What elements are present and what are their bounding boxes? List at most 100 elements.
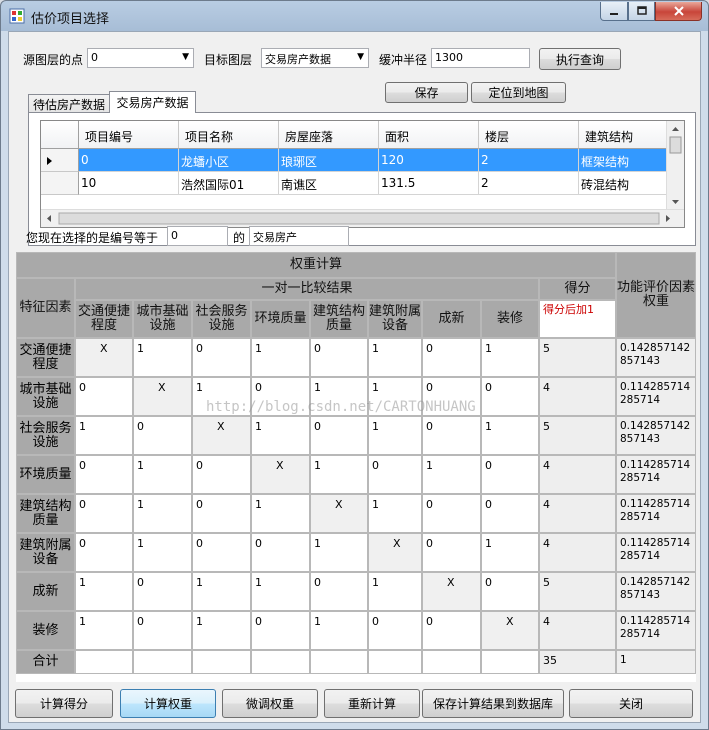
comparison-cell[interactable]: 0 xyxy=(422,533,481,572)
execute-query-button[interactable]: 执行查询 xyxy=(539,48,621,70)
comparison-cell[interactable]: 0 xyxy=(368,455,422,494)
comparison-cell[interactable]: 0 xyxy=(133,611,192,650)
comparison-cell[interactable]: 1 xyxy=(251,416,310,455)
comparison-cell[interactable]: 0 xyxy=(422,377,481,416)
total-cell[interactable] xyxy=(422,650,481,674)
comparison-cell[interactable]: 1 xyxy=(75,416,133,455)
score-cell[interactable]: 4 xyxy=(539,455,616,494)
row-header[interactable] xyxy=(41,149,79,172)
total-cell[interactable] xyxy=(192,650,251,674)
comparison-cell[interactable]: 1 xyxy=(422,455,481,494)
comparison-cell[interactable]: X xyxy=(368,533,422,572)
comparison-cell[interactable]: 1 xyxy=(310,533,368,572)
comparison-cell[interactable]: 0 xyxy=(422,611,481,650)
total-cell[interactable] xyxy=(251,650,310,674)
vertical-scrollbar[interactable] xyxy=(666,121,684,210)
table-cell[interactable]: 10 xyxy=(79,172,179,195)
comparison-cell[interactable]: 0 xyxy=(133,416,192,455)
comparison-cell[interactable]: 1 xyxy=(368,377,422,416)
weight-calculation-grid[interactable]: 权重计算 功能评价因素权重 特征因素 一对一比较结果 得分 交通便捷程度 城市基础设施 社会服… xyxy=(16,252,696,682)
score-cell[interactable]: 5 xyxy=(539,338,616,377)
calc-score-button[interactable]: 计算得分 xyxy=(15,689,113,718)
table-cell[interactable]: 120 xyxy=(379,149,479,172)
column-header[interactable]: 建筑结构 xyxy=(579,121,669,149)
comparison-cell[interactable]: 1 xyxy=(310,455,368,494)
source-layer-combo[interactable]: 0 ▼ xyxy=(87,48,194,68)
locate-on-map-button[interactable]: 定位到地图 xyxy=(471,82,566,103)
save-results-db-button[interactable]: 保存计算结果到数据库 xyxy=(422,689,564,718)
comparison-cell[interactable]: 0 xyxy=(251,611,310,650)
comparison-cell[interactable]: 0 xyxy=(481,494,539,533)
column-header[interactable]: 项目编号 xyxy=(79,121,179,149)
score-cell[interactable]: 4 xyxy=(539,611,616,650)
table-cell[interactable]: 2 xyxy=(479,172,579,195)
comparison-cell[interactable]: 1 xyxy=(368,338,422,377)
comparison-cell[interactable]: 1 xyxy=(133,494,192,533)
table-cell[interactable]: 琅琊区 xyxy=(279,149,379,172)
property-data-grid[interactable]: 项目编号 项目名称 房屋座落 面积 楼层 建筑结构 0 龙蟠小区 琅琊区 120… xyxy=(40,120,685,228)
comparison-cell[interactable]: 1 xyxy=(481,533,539,572)
row-header[interactable] xyxy=(41,172,79,195)
total-weight-cell[interactable]: 1 xyxy=(616,650,696,674)
total-score-cell[interactable]: 35 xyxy=(539,650,616,674)
weight-cell[interactable]: 0.142857142857143 xyxy=(616,572,696,611)
comparison-cell[interactable]: 0 xyxy=(368,611,422,650)
total-cell[interactable] xyxy=(75,650,133,674)
comparison-cell[interactable]: 0 xyxy=(192,494,251,533)
column-header[interactable]: 项目名称 xyxy=(179,121,279,149)
comparison-cell[interactable]: X xyxy=(75,338,133,377)
comparison-cell[interactable]: X xyxy=(192,416,251,455)
close-window-button[interactable] xyxy=(655,2,702,21)
comparison-cell[interactable]: 1 xyxy=(481,338,539,377)
weight-cell[interactable]: 0.114285714285714 xyxy=(616,611,696,650)
comparison-cell[interactable]: 1 xyxy=(192,572,251,611)
weight-cell[interactable]: 0.114285714285714 xyxy=(616,377,696,416)
comparison-cell[interactable]: 0 xyxy=(75,533,133,572)
weight-cell[interactable]: 0.114285714285714 xyxy=(616,533,696,572)
comparison-cell[interactable]: 1 xyxy=(368,494,422,533)
table-cell[interactable]: 浩然国际01 xyxy=(179,172,279,195)
comparison-cell[interactable]: 1 xyxy=(75,611,133,650)
weight-cell[interactable]: 0.114285714285714 xyxy=(616,455,696,494)
comparison-cell[interactable]: 1 xyxy=(133,338,192,377)
comparison-cell[interactable]: 1 xyxy=(368,416,422,455)
table-cell[interactable]: 框架结构 xyxy=(579,149,669,172)
comparison-cell[interactable]: 0 xyxy=(310,572,368,611)
save-button[interactable]: 保存 xyxy=(385,82,468,103)
total-cell[interactable] xyxy=(481,650,539,674)
table-cell[interactable]: 龙蟠小区 xyxy=(179,149,279,172)
comparison-cell[interactable]: 1 xyxy=(368,572,422,611)
table-cell[interactable]: 砖混结构 xyxy=(579,172,669,195)
weight-cell[interactable]: 0.142857142857143 xyxy=(616,338,696,377)
comparison-cell[interactable]: 1 xyxy=(251,494,310,533)
comparison-cell[interactable]: X xyxy=(251,455,310,494)
comparison-cell[interactable]: 0 xyxy=(251,377,310,416)
table-cell[interactable]: 0 xyxy=(79,149,179,172)
comparison-cell[interactable]: 1 xyxy=(310,611,368,650)
close-button[interactable]: 关闭 xyxy=(569,689,693,718)
comparison-cell[interactable]: 0 xyxy=(481,572,539,611)
comparison-cell[interactable]: 0 xyxy=(422,338,481,377)
score-cell[interactable]: 4 xyxy=(539,377,616,416)
comparison-cell[interactable]: 0 xyxy=(251,533,310,572)
minimize-button[interactable] xyxy=(600,2,628,21)
adjust-weight-button[interactable]: 微调权重 xyxy=(222,689,318,718)
comparison-cell[interactable]: 1 xyxy=(75,572,133,611)
tab-transaction-property[interactable]: 交易房产数据 xyxy=(109,91,196,113)
comparison-cell[interactable]: 1 xyxy=(310,377,368,416)
recalculate-button[interactable]: 重新计算 xyxy=(324,689,420,718)
comparison-cell[interactable]: 0 xyxy=(481,455,539,494)
comparison-cell[interactable]: 0 xyxy=(75,377,133,416)
score-cell[interactable]: 5 xyxy=(539,572,616,611)
comparison-cell[interactable]: 1 xyxy=(481,416,539,455)
comparison-cell[interactable]: 1 xyxy=(251,338,310,377)
comparison-cell[interactable]: 1 xyxy=(133,455,192,494)
buffer-radius-input[interactable]: 1300 xyxy=(431,48,530,68)
comparison-cell[interactable]: 0 xyxy=(192,338,251,377)
comparison-cell[interactable]: X xyxy=(481,611,539,650)
comparison-cell[interactable]: 1 xyxy=(192,611,251,650)
comparison-cell[interactable]: 1 xyxy=(192,377,251,416)
column-header[interactable]: 房屋座落 xyxy=(279,121,379,149)
weight-cell[interactable]: 0.142857142857143 xyxy=(616,416,696,455)
selected-id-input[interactable]: 0 xyxy=(167,226,228,246)
